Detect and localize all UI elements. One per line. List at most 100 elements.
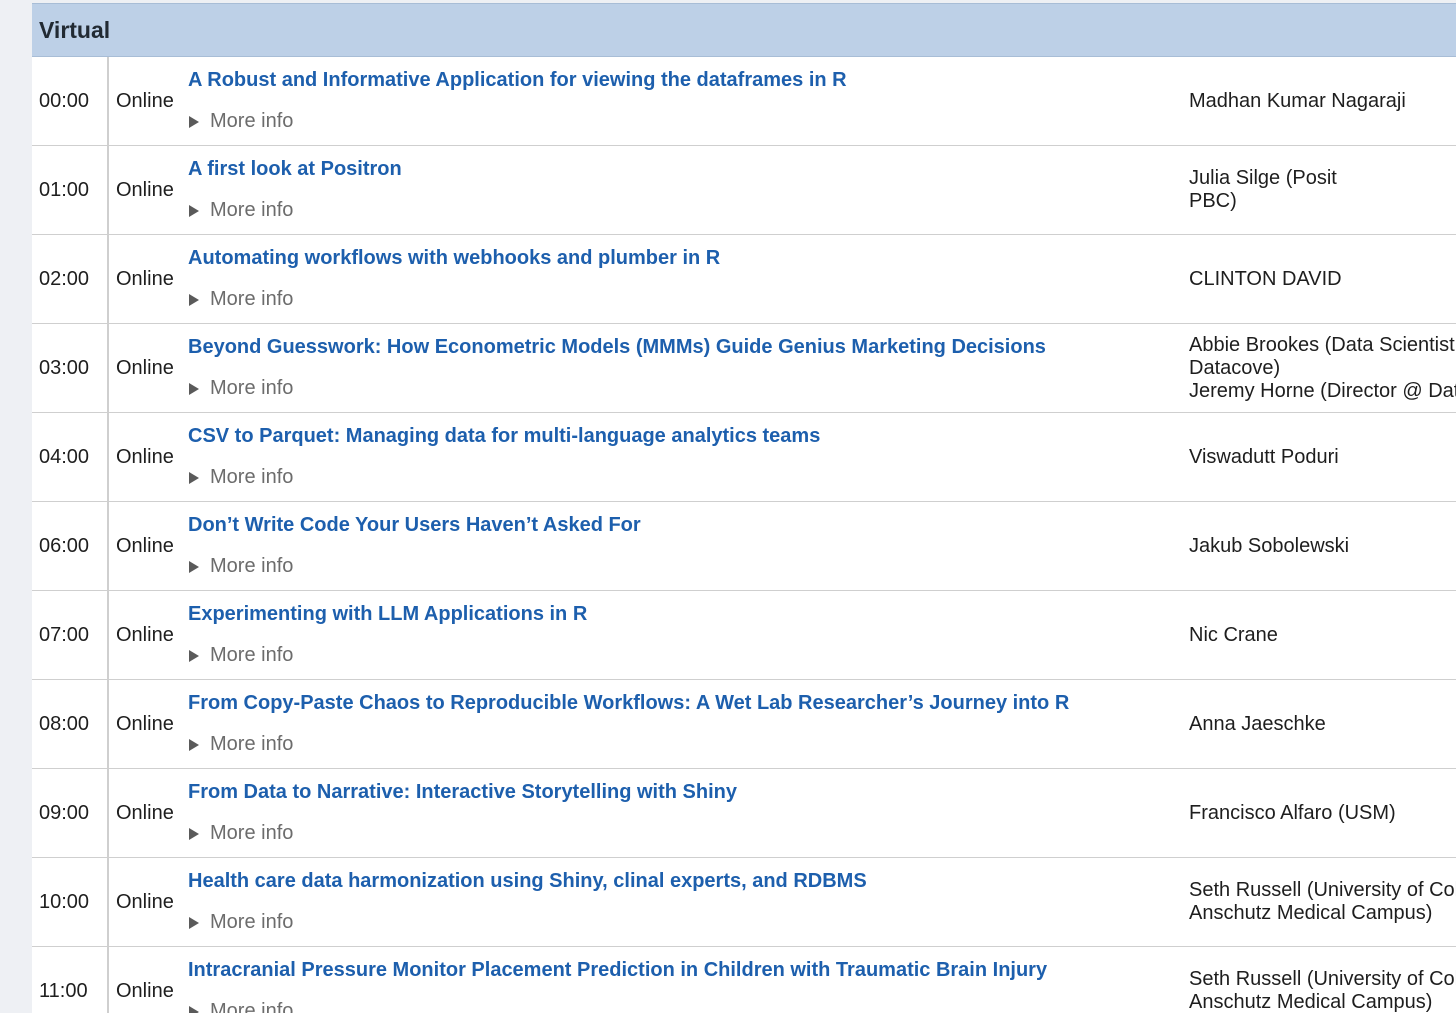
speaker-name: PBC)	[1189, 190, 1456, 213]
speaker-cell: Seth Russell (University of ColoAnschutz…	[1189, 947, 1456, 1013]
speaker-cell: Seth Russell (University of ColoAnschutz…	[1189, 858, 1456, 947]
table-row: 01:00OnlineA first look at Positron More …	[32, 146, 1456, 235]
session-time: 08:00	[32, 680, 108, 769]
disclosure-triangle-icon	[189, 828, 199, 840]
speaker-name: Anschutz Medical Campus)	[1189, 902, 1456, 925]
session-cell: From Data to Narrative: Interactive Stor…	[188, 769, 1189, 858]
session-title-link[interactable]: Intracranial Pressure Monitor Placement …	[188, 959, 1189, 982]
session-mode: Online	[108, 858, 188, 947]
more-info-toggle[interactable]: More info	[188, 733, 1189, 756]
session-time: 04:00	[32, 413, 108, 502]
session-cell: Health care data harmonization using Shi…	[188, 858, 1189, 947]
more-info-toggle[interactable]: More info	[188, 911, 1189, 934]
more-info-toggle[interactable]: More info	[188, 466, 1189, 489]
speaker-name: Julia Silge (Posit	[1189, 167, 1456, 190]
more-info-label: More info	[210, 377, 293, 400]
speaker-name: Viswadutt Poduri	[1189, 446, 1456, 469]
table-row: 02:00OnlineAutomating workflows with web…	[32, 235, 1456, 324]
session-mode: Online	[108, 502, 188, 591]
disclosure-triangle-icon	[189, 472, 199, 484]
session-mode: Online	[108, 146, 188, 235]
speaker-name: Seth Russell (University of Colo	[1189, 968, 1456, 991]
table-row: 07:00OnlineExperimenting with LLM Applic…	[32, 591, 1456, 680]
speaker-cell: Viswadutt Poduri	[1189, 413, 1456, 502]
session-title-link[interactable]: A first look at Positron	[188, 158, 1189, 181]
session-title-link[interactable]: From Copy-Paste Chaos to Reproducible Wo…	[188, 692, 1189, 715]
session-time: 02:00	[32, 235, 108, 324]
table-row: 04:00OnlineCSV to Parquet: Managing data…	[32, 413, 1456, 502]
session-mode: Online	[108, 324, 188, 413]
table-row: 11:00OnlineIntracranial Pressure Monitor…	[32, 947, 1456, 1013]
session-title-link[interactable]: Experimenting with LLM Applications in R	[188, 603, 1189, 626]
speaker-cell: Jakub Sobolewski	[1189, 502, 1456, 591]
speaker-name: Anna Jaeschke	[1189, 713, 1456, 736]
session-mode: Online	[108, 769, 188, 858]
session-title-link[interactable]: Automating workflows with webhooks and p…	[188, 247, 1189, 270]
session-title-link[interactable]: Health care data harmonization using Shi…	[188, 870, 1189, 893]
session-time: 07:00	[32, 591, 108, 680]
disclosure-triangle-icon	[189, 917, 199, 929]
disclosure-triangle-icon	[189, 294, 199, 306]
session-time: 03:00	[32, 324, 108, 413]
session-cell: CSV to Parquet: Managing data for multi-…	[188, 413, 1189, 502]
session-cell: A Robust and Informative Application for…	[188, 57, 1189, 146]
speaker-name: Madhan Kumar Nagaraji	[1189, 90, 1456, 113]
speaker-cell: CLINTON DAVID	[1189, 235, 1456, 324]
table-row: 08:00OnlineFrom Copy-Paste Chaos to Repr…	[32, 680, 1456, 769]
session-time: 01:00	[32, 146, 108, 235]
session-mode: Online	[108, 57, 188, 146]
disclosure-triangle-icon	[189, 116, 199, 128]
session-cell: Intracranial Pressure Monitor Placement …	[188, 947, 1189, 1013]
speaker-cell: Julia Silge (PositPBC)	[1189, 146, 1456, 235]
session-title-link[interactable]: From Data to Narrative: Interactive Stor…	[188, 781, 1189, 804]
speaker-name: Jeremy Horne (Director @ Data	[1189, 380, 1456, 403]
session-cell: From Copy-Paste Chaos to Reproducible Wo…	[188, 680, 1189, 769]
more-info-toggle[interactable]: More info	[188, 288, 1189, 311]
more-info-toggle[interactable]: More info	[188, 644, 1189, 667]
session-title-link[interactable]: CSV to Parquet: Managing data for multi-…	[188, 425, 1189, 448]
speaker-name: Francisco Alfaro (USM)	[1189, 802, 1456, 825]
disclosure-triangle-icon	[189, 205, 199, 217]
session-cell: Don’t Write Code Your Users Haven’t Aske…	[188, 502, 1189, 591]
session-mode: Online	[108, 413, 188, 502]
table-row: 06:00OnlineDon’t Write Code Your Users H…	[32, 502, 1456, 591]
more-info-label: More info	[210, 911, 293, 934]
disclosure-triangle-icon	[189, 383, 199, 395]
more-info-toggle[interactable]: More info	[188, 199, 1189, 222]
more-info-toggle[interactable]: More info	[188, 377, 1189, 400]
speaker-name: CLINTON DAVID	[1189, 268, 1456, 291]
more-info-toggle[interactable]: More info	[188, 555, 1189, 578]
session-time: 10:00	[32, 858, 108, 947]
disclosure-triangle-icon	[189, 561, 199, 573]
table-row: 09:00OnlineFrom Data to Narrative: Inter…	[32, 769, 1456, 858]
more-info-toggle[interactable]: More info	[188, 822, 1189, 845]
speaker-name: Nic Crane	[1189, 624, 1456, 647]
session-time: 00:00	[32, 57, 108, 146]
session-title-link[interactable]: A Robust and Informative Application for…	[188, 69, 1189, 92]
session-title-link[interactable]: Beyond Guesswork: How Econometric Models…	[188, 336, 1189, 359]
session-mode: Online	[108, 591, 188, 680]
session-mode: Online	[108, 947, 188, 1013]
session-cell: A first look at Positron More info	[188, 146, 1189, 235]
session-time: 11:00	[32, 947, 108, 1013]
more-info-label: More info	[210, 110, 293, 133]
speaker-name: Datacove)	[1189, 357, 1456, 380]
speaker-name: Anschutz Medical Campus)	[1189, 991, 1456, 1013]
table-row: 10:00OnlineHealth care data harmonizatio…	[32, 858, 1456, 947]
section-title: Virtual	[39, 17, 110, 44]
more-info-label: More info	[210, 555, 293, 578]
speaker-cell: Nic Crane	[1189, 591, 1456, 680]
schedule-table: 00:00OnlineA Robust and Informative Appl…	[32, 57, 1456, 1013]
speaker-name: Jakub Sobolewski	[1189, 535, 1456, 558]
session-title-link[interactable]: Don’t Write Code Your Users Haven’t Aske…	[188, 514, 1189, 537]
session-mode: Online	[108, 680, 188, 769]
session-cell: Experimenting with LLM Applications in R…	[188, 591, 1189, 680]
schedule-page: Virtual 00:00OnlineA Robust and Informat…	[32, 3, 1456, 1013]
speaker-name: Abbie Brookes (Data Scientist	[1189, 334, 1456, 357]
more-info-toggle[interactable]: More info	[188, 110, 1189, 133]
table-row: 03:00OnlineBeyond Guesswork: How Econome…	[32, 324, 1456, 413]
session-mode: Online	[108, 235, 188, 324]
more-info-label: More info	[210, 733, 293, 756]
more-info-label: More info	[210, 466, 293, 489]
disclosure-triangle-icon	[189, 739, 199, 751]
